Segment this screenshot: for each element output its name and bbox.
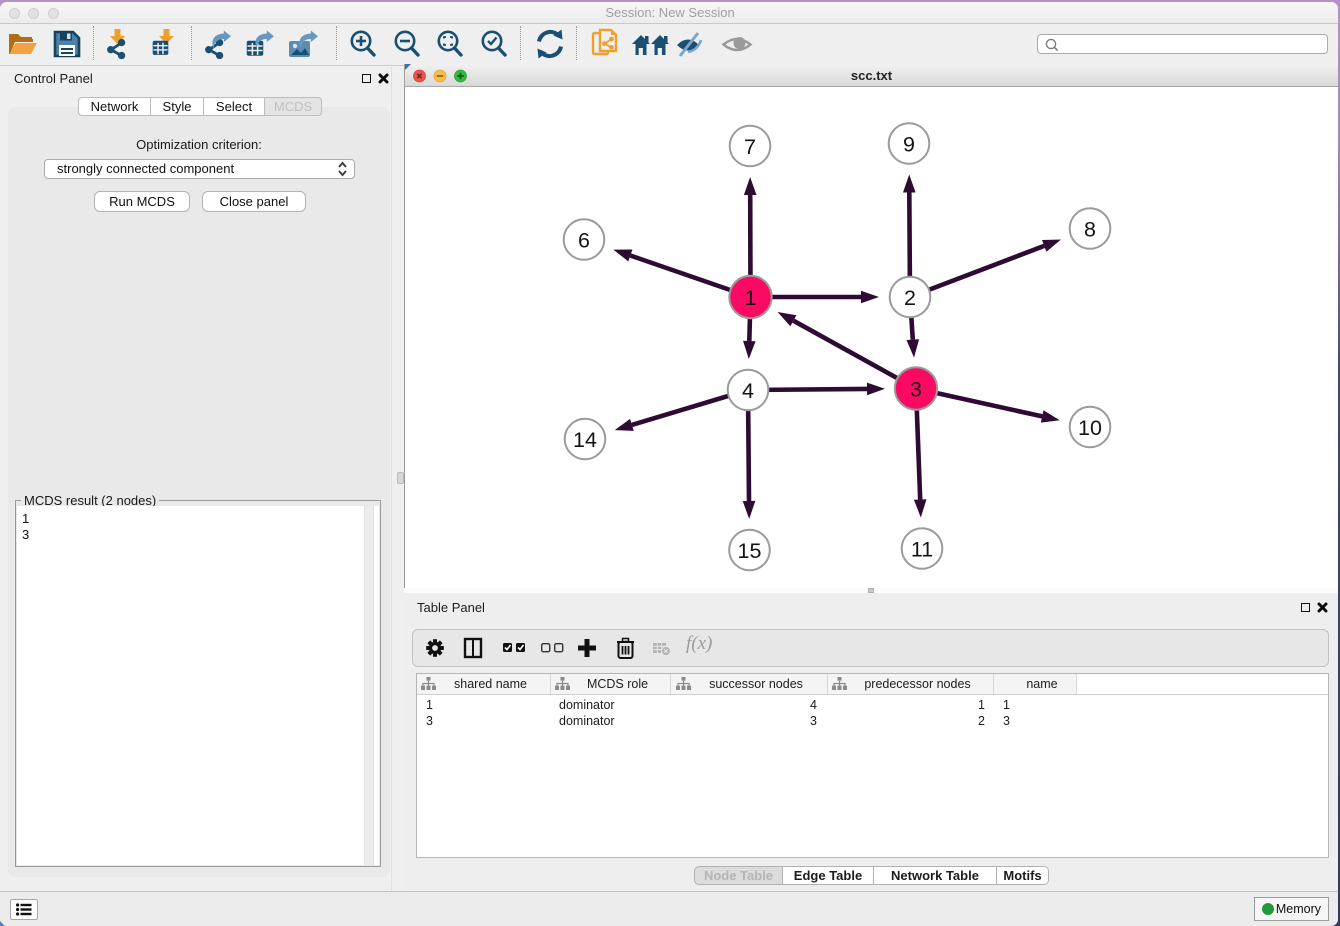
svg-text:15: 15 <box>738 539 762 563</box>
svg-text:11: 11 <box>911 537 933 561</box>
svg-text:2: 2 <box>904 286 916 310</box>
svg-text:9: 9 <box>903 132 915 156</box>
svg-text:10: 10 <box>1078 416 1102 440</box>
svg-text:7: 7 <box>744 135 756 159</box>
svg-text:3: 3 <box>910 377 922 401</box>
svg-text:14: 14 <box>573 428 597 452</box>
svg-text:6: 6 <box>578 228 590 252</box>
svg-text:1: 1 <box>745 286 757 310</box>
svg-text:4: 4 <box>742 379 754 403</box>
svg-text:8: 8 <box>1084 217 1096 241</box>
